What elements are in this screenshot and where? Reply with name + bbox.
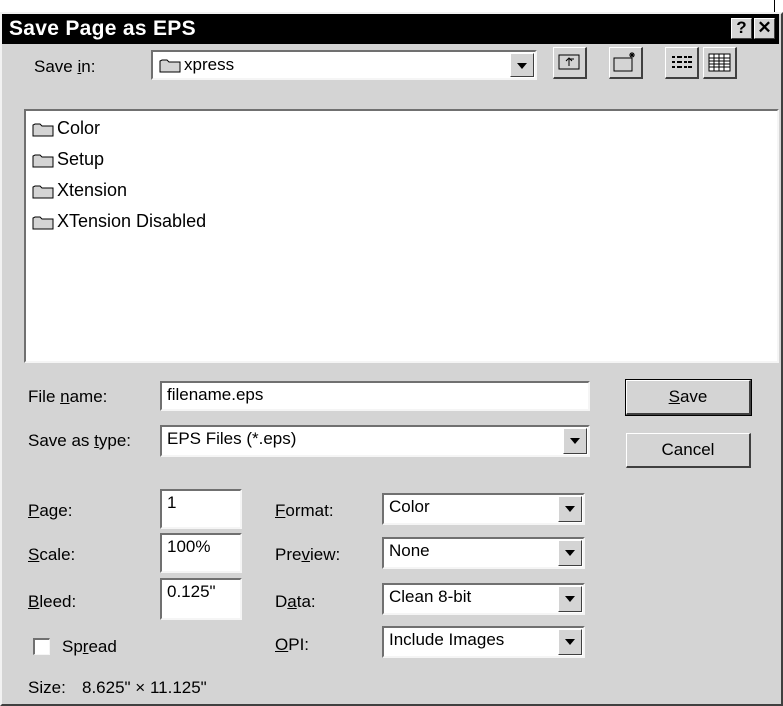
save-in-value: xpress: [159, 55, 234, 75]
preview-arrow-button[interactable]: [558, 540, 582, 566]
details-view-button[interactable]: [703, 47, 737, 79]
page-input[interactable]: 1: [160, 489, 242, 529]
scale-value: 100%: [167, 537, 211, 556]
folder-icon: [159, 59, 181, 73]
bleed-input[interactable]: 0.125": [160, 578, 242, 620]
folder-icon: [32, 185, 54, 199]
file-name-value: filename.eps: [167, 385, 264, 404]
folder-icon: [32, 216, 54, 230]
opi-dropdown[interactable]: Include Images: [382, 626, 585, 658]
file-name-input[interactable]: filename.eps: [160, 381, 590, 411]
scale-input[interactable]: 100%: [160, 533, 242, 573]
preview-label: Preview:: [275, 545, 341, 564]
spread-checkbox[interactable]: [33, 638, 50, 655]
cancel-button[interactable]: Cancel: [626, 433, 751, 468]
close-button[interactable]: ✕: [754, 18, 775, 39]
format-label: Format:: [275, 501, 334, 520]
opi-arrow-button[interactable]: [558, 629, 582, 655]
data-label: Data:: [275, 592, 316, 611]
save-as-type-value: EPS Files (*.eps): [167, 429, 297, 448]
up-folder-icon: [558, 54, 580, 70]
format-arrow-button[interactable]: [558, 496, 582, 522]
new-folder-button[interactable]: [609, 47, 643, 79]
help-button[interactable]: ?: [731, 18, 752, 39]
bleed-value: 0.125": [167, 582, 216, 601]
save-in-label: Save in:: [34, 57, 96, 76]
opi-value: Include Images: [389, 630, 505, 649]
details-view-icon: [708, 53, 731, 72]
save-button[interactable]: Save: [625, 379, 752, 416]
title-bar: Save Page as EPS ? ✕: [2, 14, 779, 44]
save-in-dropdown[interactable]: xpress: [151, 50, 537, 80]
save-as-type-dropdown[interactable]: EPS Files (*.eps): [160, 425, 590, 457]
data-dropdown[interactable]: Clean 8-bit: [382, 583, 585, 615]
window-edge-line: [774, 0, 775, 12]
window-title: Save Page as EPS: [9, 17, 196, 40]
opi-label: OPI:: [275, 635, 310, 654]
folder-icon: [32, 123, 54, 137]
folder-icon: [32, 154, 54, 168]
save-as-type-label: Save as type:: [28, 431, 132, 450]
list-item[interactable]: Color: [32, 118, 100, 139]
page-value: 1: [167, 493, 177, 512]
list-item[interactable]: Setup: [32, 149, 104, 170]
page-label: Page:: [28, 501, 73, 520]
bleed-label: Bleed:: [28, 592, 77, 611]
file-name-label: File name:: [28, 387, 108, 406]
preview-value: None: [389, 541, 430, 560]
size-value: 8.625" × 11.125": [82, 678, 207, 697]
file-list[interactable]: Color Setup Xtension XTension Disabled: [24, 109, 779, 363]
list-item[interactable]: Xtension: [32, 180, 127, 201]
save-as-type-arrow-button[interactable]: [563, 428, 587, 454]
list-view-icon: [672, 56, 692, 68]
data-value: Clean 8-bit: [389, 587, 472, 606]
save-in-arrow-button[interactable]: [510, 53, 534, 77]
data-arrow-button[interactable]: [558, 586, 582, 612]
scale-label: Scale:: [28, 545, 76, 564]
size-label: Size:: [28, 678, 66, 697]
list-view-button[interactable]: [665, 47, 699, 79]
up-folder-button[interactable]: [553, 47, 587, 79]
spread-label: Spread: [62, 637, 117, 656]
format-value: Color: [389, 497, 430, 516]
new-folder-icon: [613, 52, 635, 72]
list-item[interactable]: XTension Disabled: [32, 211, 206, 232]
preview-dropdown[interactable]: None: [382, 537, 585, 569]
format-dropdown[interactable]: Color: [382, 493, 585, 525]
